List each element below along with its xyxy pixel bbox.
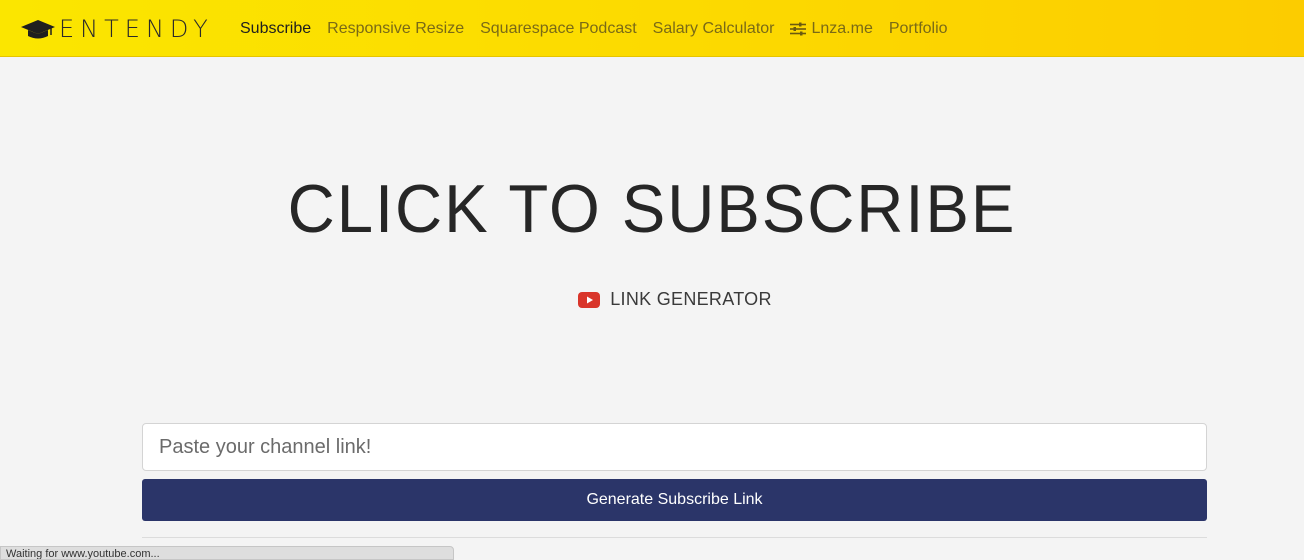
nav-item-label: Responsive Resize: [327, 19, 465, 37]
brand-logo-link[interactable]: ENTENDY: [20, 15, 214, 43]
nav-item-squarespace-podcast[interactable]: Squarespace Podcast: [472, 20, 645, 38]
nav-item-lnza[interactable]: Lnza.me: [782, 20, 880, 38]
sliders-icon: [790, 22, 807, 35]
top-navbar: ENTENDY Subscribe Responsive Resize Squa…: [0, 0, 1304, 57]
graduation-cap-icon: [21, 20, 55, 39]
nav-item-label: Lnza.me: [811, 19, 873, 37]
youtube-icon: [578, 291, 601, 308]
hero-section: CLICK TO SUBSCRIBE LINK GENERATOR: [0, 57, 1304, 397]
hero-subtitle: LINK GENERATOR: [0, 289, 1304, 310]
nav-item-subscribe[interactable]: Subscribe: [232, 20, 319, 38]
nav-item-portfolio[interactable]: Portfolio: [881, 20, 956, 38]
nav-item-label: Subscribe: [240, 19, 312, 37]
nav-item-label: Squarespace Podcast: [480, 19, 637, 37]
channel-link-input[interactable]: [142, 423, 1207, 471]
nav-item-responsive-resize[interactable]: Responsive Resize: [319, 20, 472, 38]
brand-name: ENTENDY: [59, 15, 214, 43]
nav-links: Subscribe Responsive Resize Squarespace …: [232, 0, 956, 57]
nav-item-label: Salary Calculator: [652, 19, 775, 37]
nav-item-label: Portfolio: [888, 19, 948, 37]
generate-subscribe-link-button[interactable]: Generate Subscribe Link: [142, 479, 1207, 521]
subtitle-text: LINK GENERATOR: [610, 289, 772, 309]
divider: [142, 537, 1207, 538]
nav-item-salary-calculator[interactable]: Salary Calculator: [645, 20, 783, 38]
page-title: CLICK TO SUBSCRIBE: [287, 171, 1017, 247]
browser-status-bar: Waiting for www.youtube.com...: [0, 546, 454, 560]
